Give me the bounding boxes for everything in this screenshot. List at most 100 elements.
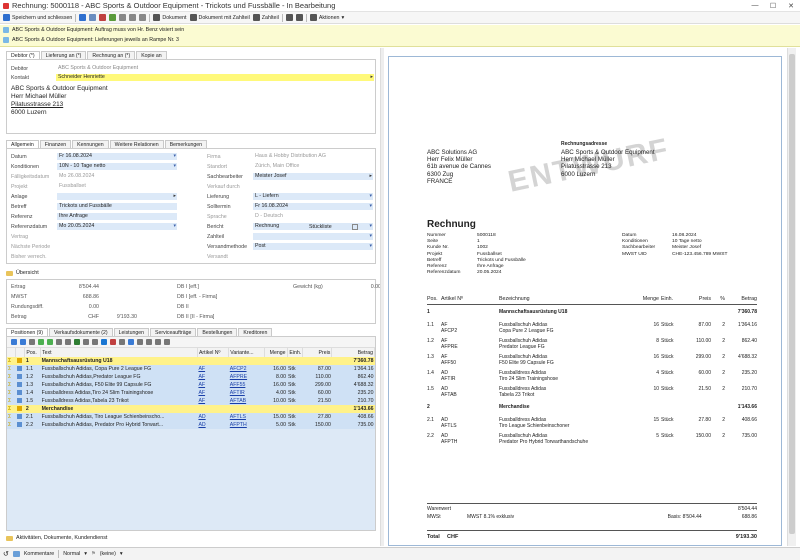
- close-button[interactable]: ✕: [782, 2, 800, 10]
- priority-dropdown[interactable]: Normal: [63, 551, 80, 557]
- tab-allgemein[interactable]: Allgemein: [6, 140, 39, 148]
- row-type-icon: [16, 421, 22, 427]
- grid-tool-icon[interactable]: [29, 339, 35, 345]
- aktionen-button[interactable]: Aktionen ▾: [309, 14, 344, 21]
- invoice-line: 1.1 AF Fussballschuh Adidas 16 Stück 87.00 2 1'…: [427, 322, 757, 334]
- column-header[interactable]: [7, 348, 17, 357]
- comment-icon[interactable]: [12, 551, 20, 557]
- flag-dropdown[interactable]: (keine): [100, 551, 116, 557]
- debitor-value[interactable]: ABC Sports & Outdoor Equipment: [56, 65, 138, 72]
- flag-icon[interactable]: ⚑: [91, 551, 96, 557]
- tab-kopie[interactable]: Kopie an: [136, 51, 167, 59]
- comments-link[interactable]: Kommentare: [24, 551, 54, 557]
- tab-bemerkungen[interactable]: Bemerkungen: [164, 140, 208, 148]
- table-row[interactable]: Σ 2 Merchandise 1'143.66: [7, 405, 375, 413]
- link-button[interactable]: [119, 14, 127, 21]
- kontakt-field[interactable]: Schneider Henriette: [56, 74, 374, 81]
- address-tabs: Debitor (*) Lieferung an (*) Rechnung an…: [6, 51, 167, 59]
- view-button[interactable]: [295, 14, 303, 21]
- tab-lieferung[interactable]: Lieferung an (*): [40, 51, 87, 59]
- grid-tool-icon[interactable]: [83, 339, 89, 345]
- settings-button[interactable]: [129, 14, 137, 21]
- table-row[interactable]: Σ 2.1 Fussballschuh Adidas, Tiro League Sc…: [7, 413, 375, 421]
- column-header[interactable]: Einh.: [287, 348, 304, 357]
- tab-kennungen[interactable]: Kennungen: [72, 140, 109, 148]
- grid-tool-icon[interactable]: [38, 339, 44, 345]
- cell-unit: Stk: [287, 365, 303, 373]
- dokument-mit-zahlteil-button[interactable]: Dokument mit Zahlteil: [189, 14, 250, 21]
- tab-positionen[interactable]: Positionen (9): [6, 328, 49, 336]
- history-icon[interactable]: ↺: [3, 550, 9, 558]
- positions-panel: Pos. Text Artikel Nº Variante... Menge Einh. P…: [6, 336, 376, 531]
- row-marker-icon: Σ: [8, 366, 12, 372]
- grid-tool-icon[interactable]: [92, 339, 98, 345]
- maximize-button[interactable]: ☐: [764, 2, 782, 10]
- tab-rechnung[interactable]: Rechnung an (*): [87, 51, 136, 59]
- column-header[interactable]: Menge: [264, 348, 288, 357]
- tab-verkaufsdokumente[interactable]: Verkaufsdokumente (2): [49, 328, 113, 336]
- table-row[interactable]: Σ 1.2 Fussballschuh Adidas,Predator League…: [7, 373, 375, 381]
- grid-tool-icon[interactable]: [74, 339, 80, 345]
- grid-tool-icon[interactable]: [119, 339, 125, 345]
- table-row[interactable]: Σ 2.2 Fussballschuh Adidas, Predator Pro H…: [7, 421, 375, 429]
- tab-weitere-relationen[interactable]: Weitere Relationen: [109, 140, 164, 148]
- invoice-line: 1.4 AD Fussballdress Adidas 4 Stück 60.00 2 235…: [427, 370, 757, 382]
- row-marker-icon: Σ: [8, 358, 12, 364]
- column-header[interactable]: Text: [40, 348, 198, 357]
- activities-header[interactable]: Aktivitäten, Dokumente, Kundendienst: [6, 535, 107, 541]
- scrollbar-thumb[interactable]: [789, 54, 795, 534]
- status-bar: ↺ Kommentare Normal ▾ ⚑ (keine) ▾: [0, 547, 800, 560]
- refresh-button[interactable]: [109, 14, 117, 21]
- table-row[interactable]: Σ 1.4 Fussballdress Adidas,Tiro 24 Slim Tr…: [7, 389, 375, 397]
- table-row[interactable]: Σ 1.5 Fussballdress Adidas,Tabela 23 Triko…: [7, 397, 375, 405]
- grid-tool-icon[interactable]: [101, 339, 107, 345]
- overview-header[interactable]: Übersicht: [6, 270, 39, 276]
- column-header[interactable]: Preis: [302, 348, 333, 357]
- cell-text: Fussballschuh Adidas, F50 Elite 99 Capsu…: [40, 381, 198, 389]
- grid-tool-icon[interactable]: [110, 339, 116, 345]
- grid-tool-icon[interactable]: [128, 339, 134, 345]
- grid-tool-icon[interactable]: [11, 339, 17, 345]
- preview-scrollbar[interactable]: [787, 48, 796, 546]
- dokument-button[interactable]: Dokument: [153, 14, 187, 21]
- tab-finanzen[interactable]: Finanzen: [39, 140, 72, 148]
- tab-bestellungen[interactable]: Bestellungen: [197, 328, 238, 336]
- table-row[interactable]: Σ 1.1 Fussballschuh Adidas, Copa Pure 2 Le…: [7, 365, 375, 373]
- column-header[interactable]: Betrag: [331, 348, 375, 357]
- mail-button[interactable]: [285, 14, 293, 21]
- tab-leistungen[interactable]: Leistungen: [113, 328, 150, 336]
- tab-serviceauftraege[interactable]: Serviceaufträge: [150, 328, 197, 336]
- meta-left: Nummer 5000118 Seite 1 Kunde Nr. 1002 Projekt F…: [427, 233, 526, 276]
- splitter[interactable]: [380, 48, 384, 546]
- chevron-down-icon[interactable]: ▾: [84, 551, 87, 557]
- copy-button[interactable]: [89, 14, 97, 21]
- save-button[interactable]: [79, 14, 87, 21]
- grid-tool-icon[interactable]: [155, 339, 161, 345]
- tab-kreditoren[interactable]: Kreditoren: [238, 328, 273, 336]
- grid-tool-icon[interactable]: [146, 339, 152, 345]
- meta-row: MWST UID CHE-123.456.789 MWST: [622, 251, 728, 257]
- cell-unit: Stk: [287, 413, 303, 421]
- minimize-button[interactable]: —: [746, 2, 764, 10]
- table-row[interactable]: Σ 1 Mannschaftsausrüstung U18 7'360.78: [7, 357, 375, 365]
- column-header[interactable]: Variante...: [228, 348, 266, 357]
- delete-button[interactable]: [99, 14, 107, 21]
- column-header[interactable]: Pos.: [24, 348, 42, 357]
- tab-debitor[interactable]: Debitor (*): [6, 51, 40, 59]
- grid-tool-icon[interactable]: [137, 339, 143, 345]
- speichern-und-schliessen-button[interactable]: Speichern und schliessen: [3, 14, 72, 21]
- zahlteil-button[interactable]: Zahlteil: [252, 14, 279, 21]
- grid-tool-icon[interactable]: [47, 339, 53, 345]
- attach-button[interactable]: [139, 14, 147, 21]
- grid-tool-icon[interactable]: [56, 339, 62, 345]
- chevron-down-icon[interactable]: ▾: [120, 551, 123, 557]
- grid-tool-icon[interactable]: [164, 339, 170, 345]
- stueckliste-option[interactable]: Stückliste: [309, 223, 358, 230]
- grid-tool-icon[interactable]: [20, 339, 26, 345]
- checkbox[interactable]: [351, 223, 358, 230]
- table-row[interactable]: Σ 1.3 Fussballschuh Adidas, F50 Elite 99 C…: [7, 381, 375, 389]
- column-header[interactable]: Artikel Nº: [197, 348, 230, 357]
- grid-tool-icon[interactable]: [65, 339, 71, 345]
- zahlteil-field: Zahlteil: [207, 233, 373, 240]
- column-header[interactable]: [15, 348, 26, 357]
